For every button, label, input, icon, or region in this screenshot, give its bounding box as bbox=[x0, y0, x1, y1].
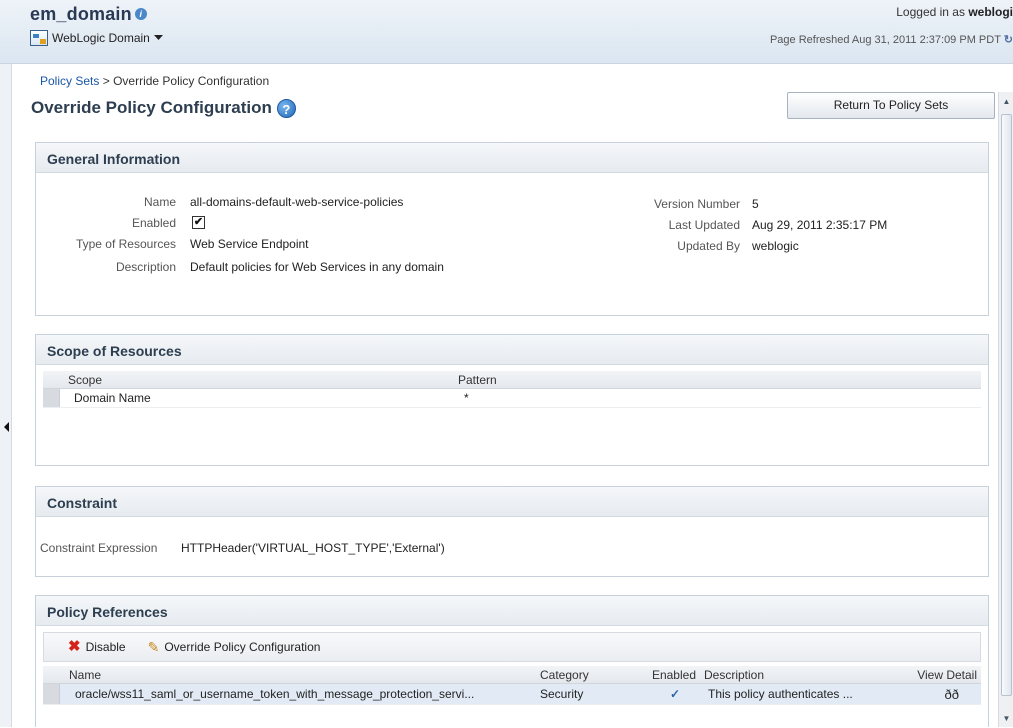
pattern-column-header[interactable]: Pattern bbox=[454, 373, 497, 387]
refresh-icon[interactable]: ↻ bbox=[1004, 34, 1013, 46]
override-policy-configuration-button[interactable]: ✎ Override Policy Configuration bbox=[148, 640, 321, 654]
disable-button-label[interactable]: Disable bbox=[86, 640, 126, 654]
dropdown-arrow-icon[interactable] bbox=[153, 35, 163, 41]
type-of-resources-value: Web Service Endpoint bbox=[190, 237, 309, 251]
return-to-policy-sets-button[interactable]: Return To Policy Sets bbox=[787, 92, 995, 119]
scope-of-resources-header[interactable]: Scope of Resources bbox=[36, 335, 988, 365]
breadcrumb: Policy Sets > Override Policy Configurat… bbox=[40, 74, 269, 88]
weblogic-domain-menu-label[interactable]: WebLogic Domain bbox=[52, 31, 150, 45]
policy-references-header[interactable]: Policy References bbox=[36, 596, 988, 626]
page-refreshed: Page Refreshed Aug 31, 2011 2:37:09 PM P… bbox=[770, 33, 1013, 46]
policy-references-table: Name Category Enabled Description View D… bbox=[43, 666, 981, 705]
scope-table-header: Scope Pattern bbox=[43, 371, 981, 389]
login-info: Logged in as weblogi bbox=[896, 5, 1013, 19]
breadcrumb-current: Override Policy Configuration bbox=[113, 74, 270, 88]
constraint-body: Constraint Expression HTTPHeader('VIRTUA… bbox=[36, 517, 988, 576]
pencil-icon: ✎ bbox=[147, 639, 160, 655]
updated-by-label: Updated By bbox=[677, 239, 740, 253]
constraint-expression-value: HTTPHeader('VIRTUAL_HOST_TYPE','External… bbox=[181, 541, 445, 555]
name-value: all-domains-default-web-service-policies bbox=[190, 195, 404, 209]
policy-references-body: ✖ Disable ✎ Override Policy Configuratio… bbox=[36, 626, 988, 728]
vertical-scrollbar[interactable]: ▲ ▼ bbox=[998, 92, 1013, 727]
view-detail-icon[interactable]: ðð bbox=[904, 687, 981, 702]
enabled-check-icon: ✓ bbox=[669, 687, 680, 701]
type-of-resources-label: Type of Resources bbox=[75, 237, 176, 251]
policy-table-header: Name Category Enabled Description View D… bbox=[43, 666, 981, 684]
disable-button[interactable]: ✖ Disable bbox=[68, 638, 126, 655]
scope-of-resources-body: Scope Pattern Domain Name * bbox=[36, 365, 988, 465]
view-detail-column-header[interactable]: View Detail bbox=[904, 668, 981, 682]
scope-cell: Domain Name bbox=[74, 391, 151, 405]
version-number-label: Version Number bbox=[653, 197, 740, 211]
page-title-text: Override Policy Configuration bbox=[31, 98, 272, 117]
left-arrow-icon[interactable] bbox=[4, 422, 9, 432]
category-cell: Security bbox=[540, 687, 584, 701]
page-refreshed-text: Page Refreshed Aug 31, 2011 2:37:09 PM P… bbox=[769, 34, 1001, 46]
policy-references-panel: Policy References ✖ Disable ✎ Override P… bbox=[35, 595, 989, 727]
scroll-down-icon[interactable]: ▼ bbox=[1000, 711, 1013, 725]
scroll-up-icon[interactable]: ▲ bbox=[1000, 94, 1013, 108]
constraint-header[interactable]: Constraint bbox=[36, 487, 988, 517]
constraint-expression-label: Constraint Expression bbox=[40, 541, 158, 555]
general-information-body: Name all-domains-default-web-service-pol… bbox=[36, 173, 988, 315]
page-title: Override Policy Configuration ? bbox=[31, 98, 296, 118]
scope-column-header[interactable]: Scope bbox=[60, 373, 454, 387]
pattern-cell: * bbox=[464, 391, 469, 405]
general-information-header[interactable]: General Information bbox=[36, 143, 988, 173]
weblogic-domain-menu[interactable]: WebLogic Domain bbox=[30, 30, 163, 46]
last-updated-value: Aug 29, 2011 2:35:17 PM bbox=[752, 218, 888, 232]
category-column-header[interactable]: Category bbox=[538, 668, 638, 682]
row-selector[interactable] bbox=[43, 684, 60, 704]
override-policy-configuration-label[interactable]: Override Policy Configuration bbox=[164, 640, 320, 654]
description-column-header[interactable]: Description bbox=[702, 668, 904, 682]
login-user: weblogi bbox=[968, 5, 1013, 19]
weblogic-domain-icon bbox=[30, 30, 48, 46]
login-prefix: Logged in as bbox=[896, 5, 965, 19]
policy-name-cell: oracle/wss11_saml_or_username_token_with… bbox=[75, 687, 475, 701]
info-icon[interactable]: i bbox=[134, 8, 147, 20]
name-column-header[interactable]: Name bbox=[43, 668, 538, 682]
version-number-value: 5 bbox=[752, 197, 759, 211]
description-label: Description bbox=[115, 260, 176, 274]
enabled-label: Enabled bbox=[131, 216, 176, 230]
updated-by-value: weblogic bbox=[752, 239, 799, 253]
enabled-column-header[interactable]: Enabled bbox=[638, 668, 702, 682]
policy-description-cell: This policy authenticates ... bbox=[708, 687, 853, 701]
last-updated-label: Last Updated bbox=[668, 218, 740, 232]
name-label: Name bbox=[143, 195, 176, 209]
scope-table: Scope Pattern Domain Name * bbox=[43, 371, 981, 408]
breadcrumb-policy-sets[interactable]: Policy Sets bbox=[40, 74, 99, 88]
scope-of-resources-panel: Scope of Resources Scope Pattern Domain … bbox=[35, 334, 989, 466]
general-information-panel: General Information Name all-domains-def… bbox=[35, 142, 989, 316]
enabled-checkbox[interactable]: ✔ bbox=[192, 216, 205, 229]
table-row[interactable]: oracle/wss11_saml_or_username_token_with… bbox=[43, 684, 981, 705]
breadcrumb-separator: > bbox=[102, 74, 110, 88]
description-value: Default policies for Web Services in any… bbox=[190, 260, 444, 274]
left-nav-strip[interactable] bbox=[0, 64, 12, 727]
row-selector[interactable] bbox=[43, 389, 60, 407]
scrollbar-thumb[interactable] bbox=[1001, 114, 1012, 696]
red-x-icon: ✖ bbox=[68, 638, 81, 655]
table-row[interactable]: Domain Name * bbox=[43, 389, 981, 408]
policy-references-toolbar: ✖ Disable ✎ Override Policy Configuratio… bbox=[43, 632, 981, 662]
domain-title[interactable]: em_domain i bbox=[30, 4, 147, 25]
constraint-panel: Constraint Constraint Expression HTTPHea… bbox=[35, 486, 989, 577]
help-icon[interactable]: ? bbox=[276, 98, 296, 118]
app-header: em_domain i WebLogic Domain Logged in as … bbox=[0, 0, 1013, 64]
domain-title-text[interactable]: em_domain bbox=[30, 4, 132, 24]
